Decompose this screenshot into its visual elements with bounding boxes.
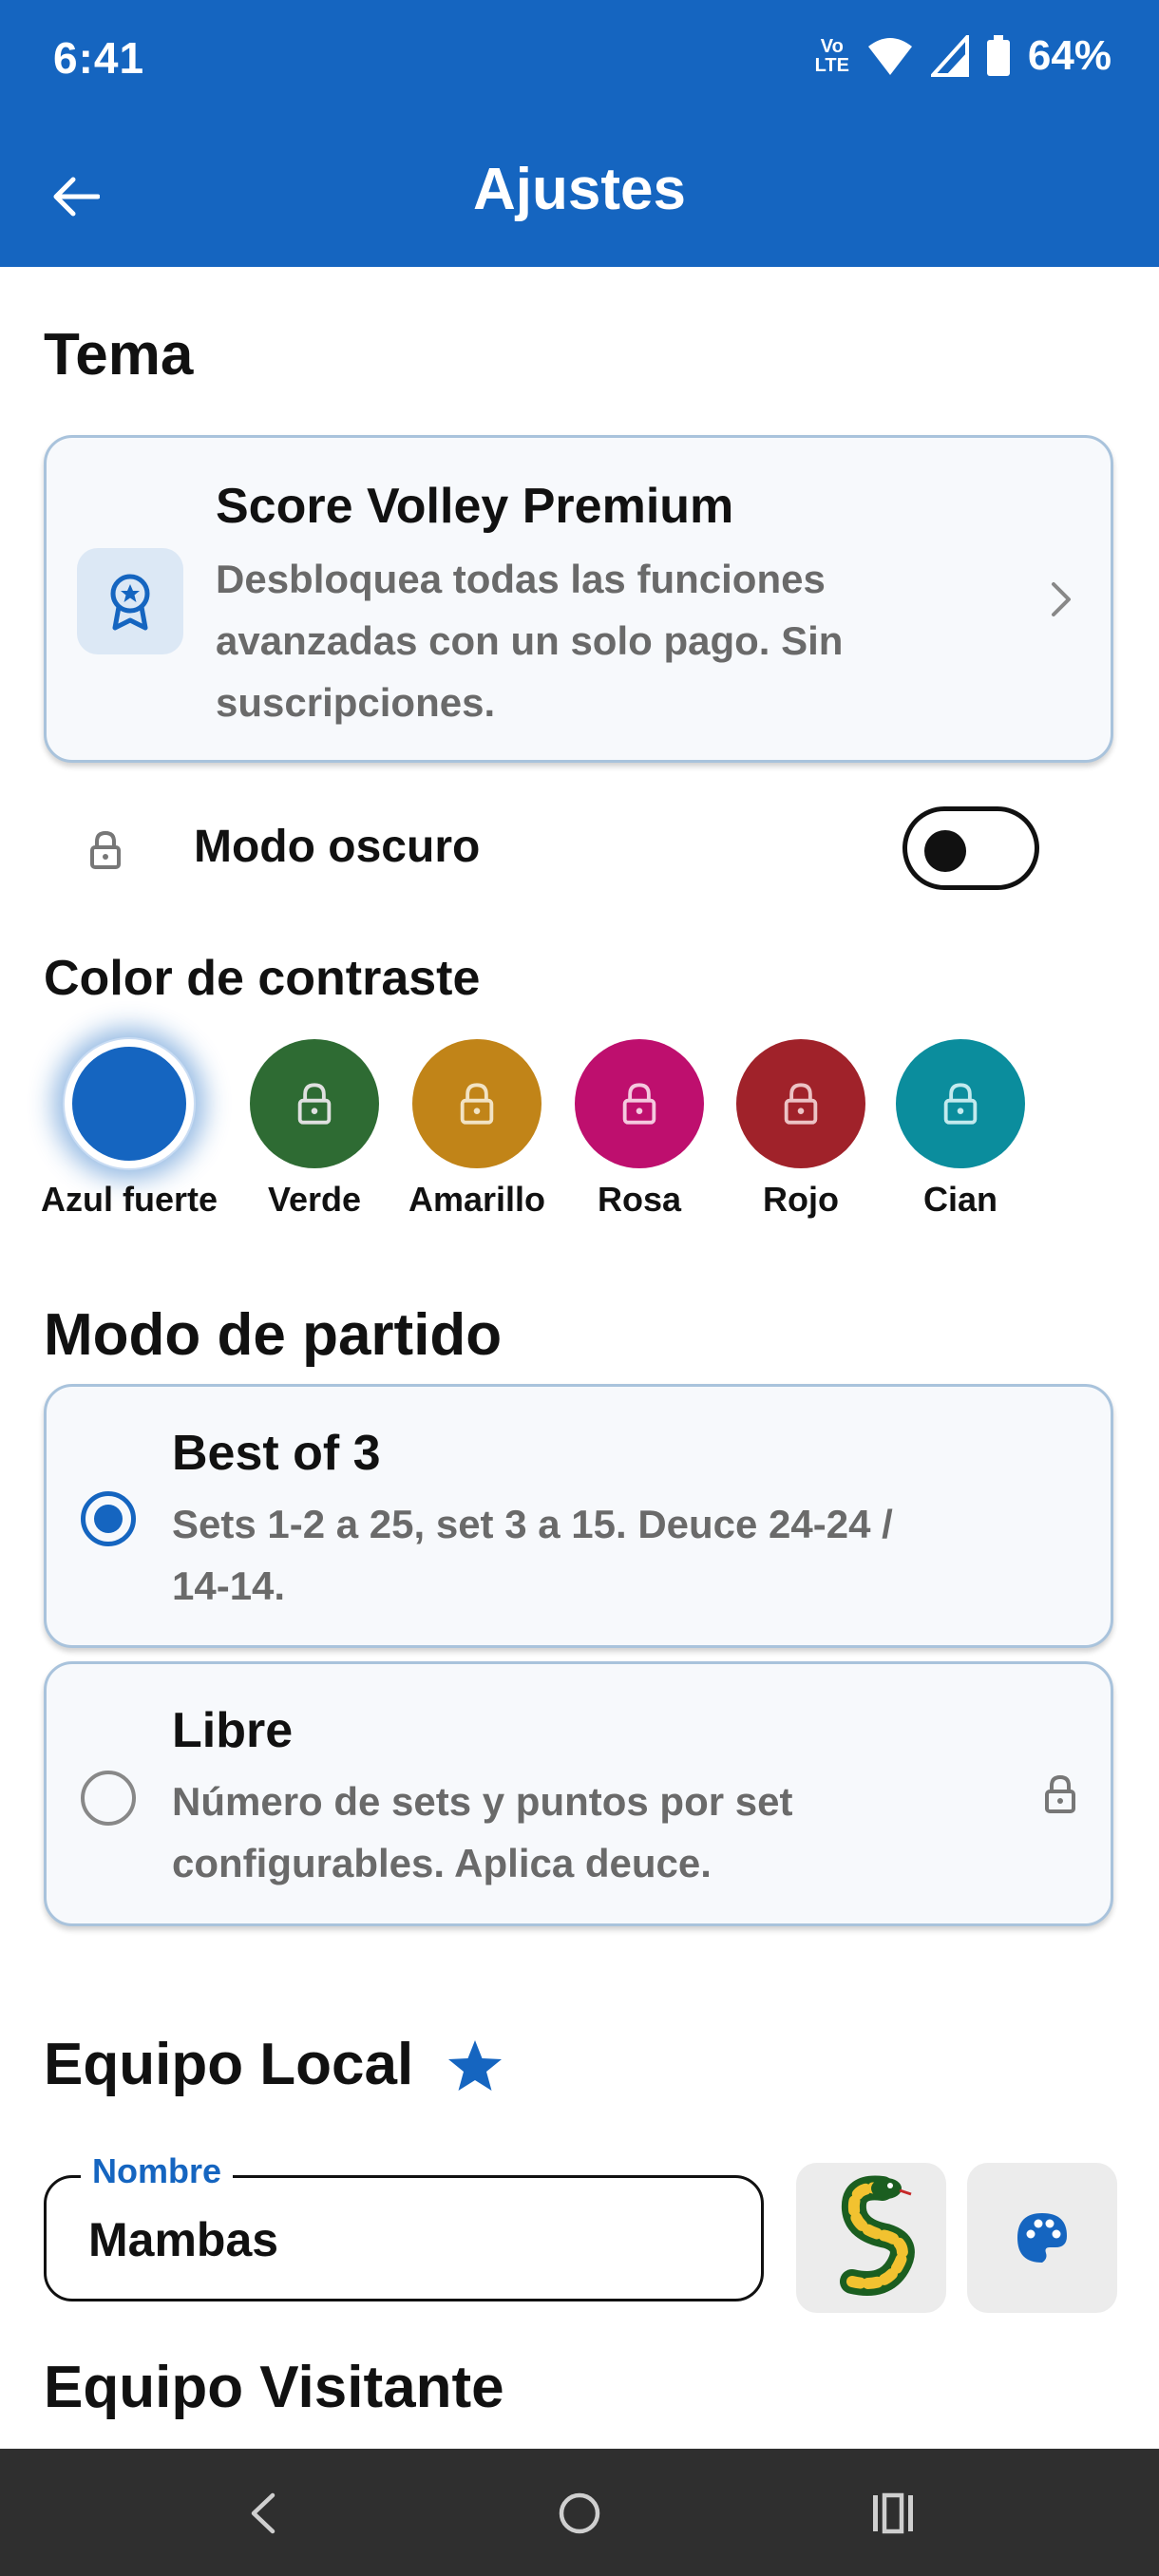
page-title: Ajustes (473, 157, 686, 222)
team-name-field[interactable]: Nombre Mambas (44, 2151, 764, 2301)
dark-mode-label: Modo oscuro (194, 822, 481, 872)
color-swatch-amarillo[interactable] (412, 1039, 542, 1168)
field-label: Nombre (81, 2151, 234, 2191)
lock-icon (784, 1083, 818, 1125)
option-title: Libre (172, 1703, 294, 1758)
toggle-knob (924, 830, 966, 872)
recents-icon (873, 2492, 913, 2534)
team-name-value[interactable]: Mambas (88, 2212, 278, 2267)
color-swatch-rojo[interactable] (736, 1039, 865, 1168)
nav-home-button[interactable] (542, 2475, 618, 2551)
volte-indicator: Vo LTE (814, 36, 849, 76)
premium-title: Score Volley Premium (216, 479, 734, 534)
color-swatch-cian[interactable] (896, 1039, 1025, 1168)
option-title: Best of 3 (172, 1426, 381, 1481)
lock-icon (460, 1083, 494, 1125)
system-nav-bar (0, 2449, 1159, 2576)
premium-icon-box (77, 548, 183, 654)
nav-back-button[interactable] (224, 2475, 300, 2551)
palette-icon (1017, 2213, 1067, 2263)
section-title-tema: Tema (44, 322, 194, 388)
wifi-icon (867, 38, 912, 75)
star-icon[interactable] (446, 2038, 504, 2093)
chevron-right-icon (1052, 582, 1071, 616)
color-label-cian: Cian (922, 1180, 998, 1219)
lock-icon (622, 1083, 656, 1125)
premium-description: Desbloquea todas las funciones avanzadas… (216, 557, 844, 725)
signal-icon (930, 35, 969, 77)
snake-icon (840, 2175, 915, 2296)
section-title-contrast: Color de contraste (44, 951, 481, 1006)
section-title-match-mode: Modo de partido (44, 1302, 503, 1368)
color-swatch-rosa[interactable] (575, 1039, 704, 1168)
lock-icon (297, 1083, 332, 1125)
app-bar: Ajustes (0, 118, 1159, 267)
dark-mode-toggle[interactable] (902, 806, 1039, 890)
lock-icon (1045, 1774, 1075, 1813)
battery-percent: 64% (1027, 32, 1112, 79)
color-swatch-azul-fuerte[interactable] (65, 1039, 194, 1168)
radio-unselected[interactable] (81, 1771, 136, 1826)
section-title-local-team: Equipo Local (44, 2032, 414, 2097)
chevron-left-icon (251, 2492, 276, 2534)
team-color-button[interactable] (967, 2163, 1117, 2313)
color-swatch-verde[interactable] (250, 1039, 379, 1168)
status-icons: Vo LTE 64% (815, 32, 1112, 80)
award-badge-icon (110, 574, 150, 631)
color-label-azul-fuerte: Azul fuerte (40, 1180, 218, 1219)
match-mode-option-best-of-3[interactable]: Best of 3 Sets 1-2 a 25, set 3 a 15. Deu… (44, 1384, 1113, 1648)
option-description: Sets 1-2 a 25, set 3 a 15. Deuce 24-24 /… (172, 1502, 893, 1608)
battery-icon (986, 35, 1010, 76)
match-mode-option-libre[interactable]: Libre Número de sets y puntos por set co… (44, 1661, 1113, 1926)
premium-card[interactable]: Score Volley Premium Desbloquea todas la… (44, 435, 1113, 763)
option-description: Número de sets y puntos por set configur… (172, 1779, 793, 1885)
team-logo-button[interactable] (796, 2163, 946, 2313)
status-time: 6:41 (53, 33, 145, 83)
radio-selected[interactable] (81, 1491, 136, 1546)
lock-icon (943, 1083, 978, 1125)
status-bar: 6:41 Vo LTE 64% (0, 0, 1159, 118)
circle-home-icon (559, 2492, 600, 2534)
section-title-visitor-team: Equipo Visitante (44, 2355, 504, 2420)
nav-recents-button[interactable] (855, 2475, 931, 2551)
lock-icon (90, 830, 121, 869)
